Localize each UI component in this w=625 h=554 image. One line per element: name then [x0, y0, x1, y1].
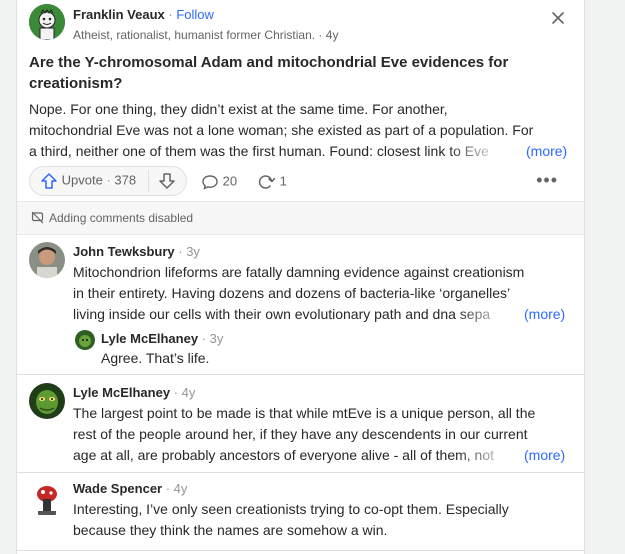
separator: · — [164, 7, 177, 22]
upvote-arrow-icon — [41, 173, 57, 189]
author-line: Franklin Veaux · Follow — [73, 7, 214, 22]
vote-pill: Upvote · 378 — [29, 166, 187, 196]
reply-name: Lyle McElhaney · 3y — [101, 331, 224, 346]
comments-count: 20 — [222, 173, 238, 189]
upvote-label: Upvote — [61, 172, 103, 188]
author-avatar[interactable] — [29, 4, 65, 40]
comments-disabled-text: Adding comments disabled — [49, 211, 194, 225]
post-header: Franklin Veaux · Follow Atheist, rationa… — [29, 4, 572, 44]
answer-line: Nope. For one thing, they didn’t exist a… — [29, 101, 448, 117]
comment-divider — [17, 550, 584, 551]
comment-author[interactable]: Lyle McElhaney — [73, 385, 170, 400]
comment-time[interactable]: 4y — [182, 385, 196, 400]
close-icon — [552, 12, 564, 24]
more-link[interactable]: (more) — [522, 304, 566, 325]
upvote-button[interactable]: Upvote · 378 — [40, 172, 136, 192]
more-link[interactable]: (more) — [522, 445, 566, 466]
text-fade — [447, 141, 517, 162]
comment-disabled-icon — [31, 211, 44, 224]
shares-count: 1 — [279, 173, 287, 189]
reply-time[interactable]: 3y — [210, 331, 224, 346]
comment-time[interactable]: 3y — [186, 244, 200, 259]
comment-item: John Tewksbury · 3y Mitochondrion lifefo… — [17, 234, 584, 374]
separator: · — [106, 172, 111, 188]
reply-avatar[interactable] — [75, 330, 95, 350]
comment-line: The largest point to be made is that whi… — [73, 405, 536, 421]
text-fade — [457, 304, 523, 325]
action-bar: Upvote · 378 20 1 ••• — [29, 166, 572, 198]
answer-line: mitochondrial Eve was not a lone woman; … — [29, 122, 534, 138]
comment-line: rest of the people around her, if they h… — [73, 426, 528, 442]
commenter-name: Lyle McElhaney · 4y — [73, 385, 196, 400]
post-time[interactable]: 4y — [326, 28, 339, 42]
more-link[interactable]: (more) — [524, 141, 568, 162]
comment-text: Interesting, I’ve only seen creationists… — [73, 499, 568, 541]
commenter-name: Wade Spencer · 4y — [73, 481, 188, 496]
downvote-arrow-icon — [159, 173, 175, 189]
comment-bubble-icon — [202, 175, 218, 190]
upvote-count: 378 — [114, 172, 137, 188]
share-button[interactable]: 1 — [256, 173, 287, 191]
question-title[interactable]: Are the Y-chromosomal Adam and mitochond… — [29, 52, 561, 94]
comment-line: because they think the names are somehow… — [73, 522, 388, 538]
comment-line: in their entirety. Having dozens and doz… — [73, 285, 511, 301]
reply-author[interactable]: Lyle McElhaney — [101, 331, 198, 346]
commenter-avatar[interactable] — [29, 481, 65, 517]
answer-card: Franklin Veaux · Follow Atheist, rationa… — [16, 0, 585, 554]
author-name[interactable]: Franklin Veaux — [73, 7, 165, 22]
comment-line: Interesting, I’ve only seen creationists… — [73, 501, 509, 517]
comment-author[interactable]: John Tewksbury — [73, 244, 175, 259]
comment-item: Lyle McElhaney · 4y The largest point to… — [17, 375, 584, 472]
commenter-name: John Tewksbury · 3y — [73, 244, 200, 259]
follow-button[interactable]: Follow — [176, 7, 214, 22]
credential-text[interactable]: Atheist, rationalist, humanist former Ch… — [73, 28, 315, 42]
comment-line: Mitochondrion lifeforms are fatally damn… — [73, 264, 525, 280]
comments-disabled-notice: Adding comments disabled — [17, 201, 584, 235]
commenter-avatar[interactable] — [29, 383, 65, 419]
comment-author[interactable]: Wade Spencer — [73, 481, 162, 496]
text-fade — [457, 445, 523, 466]
comments-button[interactable]: 20 — [201, 173, 237, 191]
comment-item: Wade Spencer · 4y Interesting, I’ve only… — [17, 473, 584, 554]
overflow-menu-icon[interactable]: ••• — [536, 170, 558, 191]
close-button[interactable] — [546, 6, 570, 30]
reshare-icon — [258, 175, 276, 189]
commenter-avatar[interactable] — [29, 242, 65, 278]
author-credential: Atheist, rationalist, humanist former Ch… — [73, 28, 338, 42]
comment-time[interactable]: 4y — [174, 481, 188, 496]
separator: · — [315, 28, 326, 42]
downvote-button[interactable] — [158, 172, 176, 195]
vote-divider — [148, 170, 149, 192]
reply-text: Agree. That’s life. — [101, 350, 210, 366]
